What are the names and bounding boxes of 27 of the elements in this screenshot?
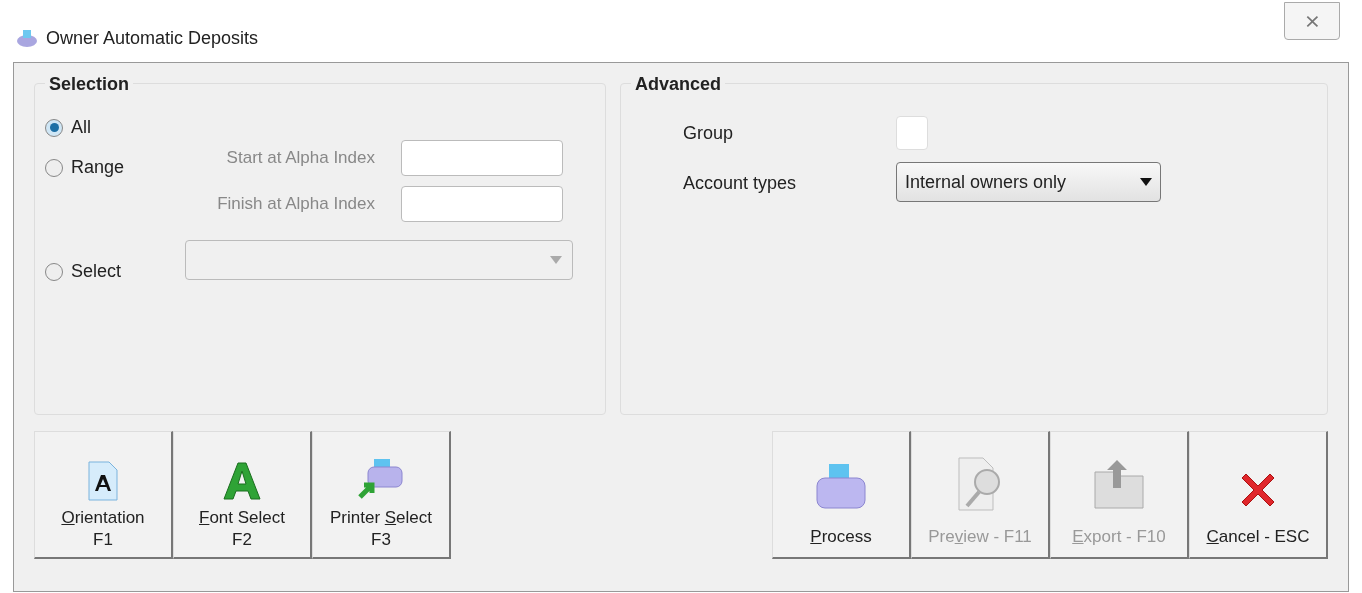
folder-arrow-icon — [1091, 457, 1147, 512]
radio-button[interactable] — [45, 158, 63, 177]
printer-icon — [813, 461, 869, 512]
checkbox[interactable] — [896, 116, 928, 150]
toolbar-button[interactable]: Cancel - ESC — [1189, 431, 1328, 559]
radio-label: Range — [71, 156, 125, 179]
printer-arrow-icon — [356, 457, 406, 501]
toolbar-button[interactable]: Font Select F2 — [173, 431, 312, 559]
toolbar-button[interactable]: Orientation F1 — [34, 431, 173, 559]
document-letter-icon — [87, 461, 119, 501]
dropdown-arrow-icon — [550, 256, 562, 264]
field-label: Start at Alpha Index — [225, 147, 375, 170]
radio-button[interactable] — [45, 118, 63, 137]
radio-button[interactable] — [45, 262, 63, 281]
account-types-dropdown[interactable]: Internal owners only — [896, 162, 1161, 202]
field-label: Account types — [683, 172, 797, 195]
window-title: Owner Automatic Deposits — [46, 26, 259, 50]
app-icon — [16, 29, 38, 47]
toolbar-button[interactable]: Process — [772, 431, 911, 559]
toolbar-button[interactable]: Printer Select F3 — [312, 431, 451, 559]
close-button[interactable]: ⨯ — [1284, 2, 1340, 40]
field-label: Finish at Alpha Index — [216, 193, 375, 216]
dropdown-arrow-icon — [1140, 178, 1152, 186]
field-label: Group — [683, 122, 734, 145]
letter-icon — [222, 461, 262, 501]
radio-label: Select — [71, 260, 122, 283]
radio-label: All — [71, 116, 91, 139]
